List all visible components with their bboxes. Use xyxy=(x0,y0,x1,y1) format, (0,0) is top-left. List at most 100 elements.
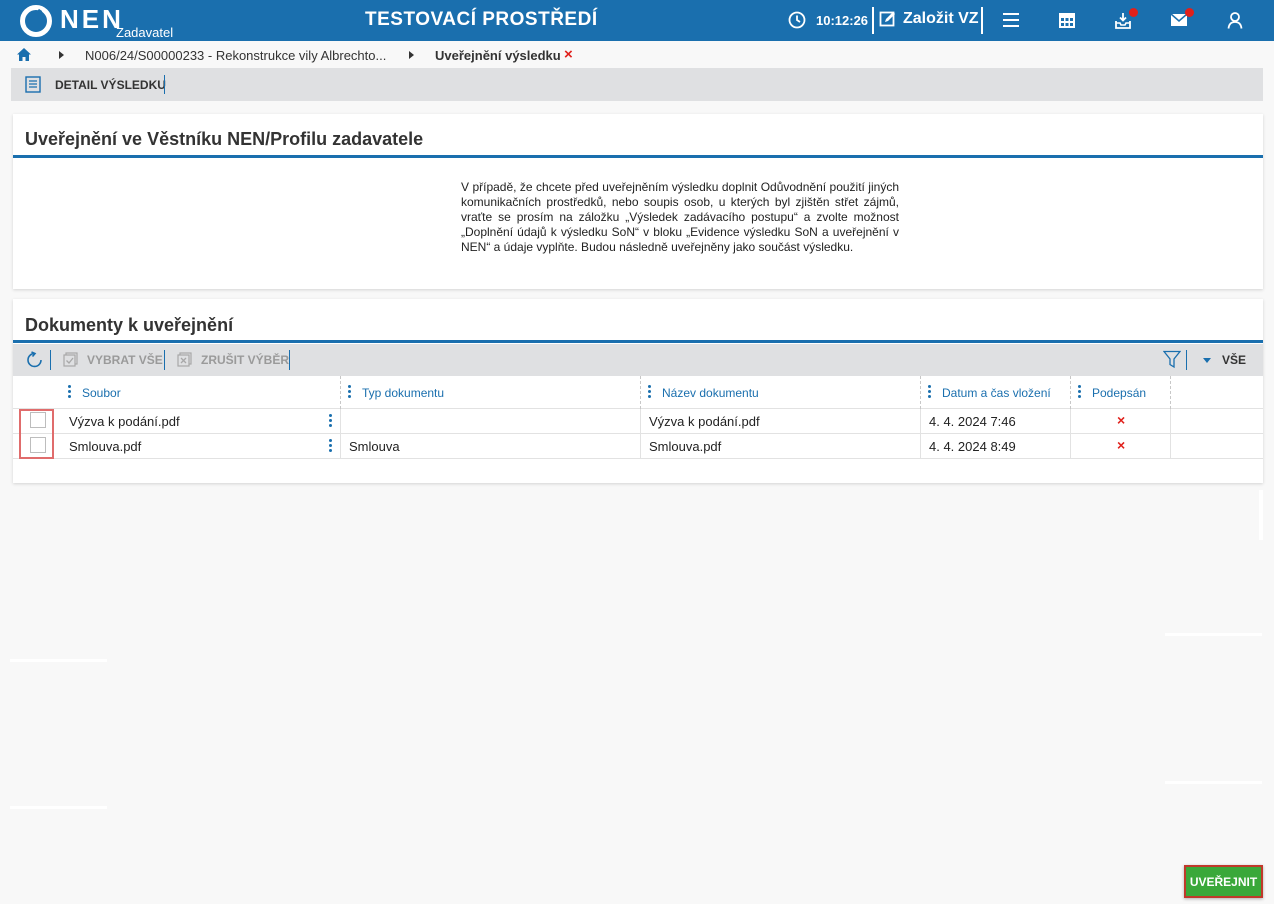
column-header-podepsan[interactable]: Podepsán xyxy=(1078,385,1146,400)
column-header-nazev[interactable]: Název dokumentu xyxy=(648,385,759,400)
toolbar-divider xyxy=(289,350,290,370)
create-vz-button[interactable]: Založit VZ xyxy=(879,10,979,28)
breadcrumb-item-tender[interactable]: N006/24/S00000233 - Rekonstrukce vily Al… xyxy=(85,48,386,63)
publication-panel: Uveřejnění ve Věstníku NEN/Profilu zadav… xyxy=(13,114,1263,289)
column-divider xyxy=(1070,409,1071,459)
tab-divider xyxy=(164,75,165,94)
publication-info-text: V případě, že chcete před uveřejněním vý… xyxy=(461,180,899,254)
cell-nazev: Výzva k podání.pdf xyxy=(649,414,760,429)
decorative-artifact xyxy=(1165,781,1262,784)
cell-nazev: Smlouva.pdf xyxy=(649,439,722,454)
select-all-label: VYBRAT VŠE xyxy=(87,352,163,367)
header-divider xyxy=(872,7,874,34)
cell-soubor: Výzva k podání.pdf xyxy=(69,414,180,429)
deselect-icon xyxy=(177,352,192,367)
refresh-icon[interactable] xyxy=(26,351,44,372)
notification-dot xyxy=(1185,8,1194,17)
panel-title-underline xyxy=(13,155,1263,158)
column-divider xyxy=(340,409,341,459)
column-header-typ[interactable]: Typ dokumentu xyxy=(348,385,444,400)
chevron-down-icon xyxy=(1203,357,1211,363)
tab-detail-label: DETAIL VÝSLEDKU xyxy=(55,77,166,92)
column-header-soubor[interactable]: Soubor xyxy=(68,385,121,400)
column-menu-icon[interactable] xyxy=(68,385,71,400)
row-menu-icon[interactable] xyxy=(329,414,332,429)
tab-detail-vysledku[interactable]: DETAIL VÝSLEDKU xyxy=(25,76,166,93)
clock-icon xyxy=(788,11,806,29)
column-header-label: Datum a čas vložení xyxy=(942,385,1051,400)
select-all-button[interactable]: VYBRAT VŠE xyxy=(63,352,163,367)
cell-datum: 4. 4. 2024 8:49 xyxy=(929,439,1016,454)
cell-soubor: Smlouva.pdf xyxy=(69,439,142,454)
environment-title: TESTOVACÍ PROSTŘEDÍ xyxy=(365,9,598,30)
table-row[interactable]: Výzva k podání.pdf Výzva k podání.pdf 4.… xyxy=(13,409,1263,434)
column-header-datum[interactable]: Datum a čas vložení xyxy=(928,385,1051,400)
session-clock: 10:12:26 xyxy=(788,11,868,29)
publish-button[interactable]: UVEŘEJNIT xyxy=(1184,865,1263,898)
breadcrumb-current: Uveřejnění výsledku xyxy=(435,48,561,63)
deselect-label: ZRUŠIT VÝBĚR xyxy=(201,352,290,367)
documents-toolbar: VYBRAT VŠE ZRUŠIT VÝBĚR VŠE xyxy=(13,344,1263,376)
breadcrumb: N006/24/S00000233 - Rekonstrukce vily Al… xyxy=(0,41,1274,68)
toolbar-divider xyxy=(50,350,51,370)
logo-subtitle: Zadavatel xyxy=(116,25,174,40)
column-menu-icon[interactable] xyxy=(1078,385,1081,400)
column-header-label: Název dokumentu xyxy=(662,385,759,400)
breadcrumb-arrow-icon xyxy=(59,51,64,59)
logo-text: NEN xyxy=(60,4,124,34)
documents-panel: Dokumenty k uveřejnění VYBRAT VŠE ZRUŠIT… xyxy=(13,299,1263,483)
column-divider xyxy=(640,409,641,459)
mail-icon[interactable] xyxy=(1170,8,1194,31)
close-tab-icon[interactable]: × xyxy=(564,46,573,63)
inbox-icon[interactable] xyxy=(1114,8,1138,31)
nen-logo[interactable]: NEN Zadavatel xyxy=(20,4,173,40)
user-icon[interactable] xyxy=(1226,11,1246,31)
table-row[interactable]: Smlouva.pdf Smlouva Smlouva.pdf 4. 4. 20… xyxy=(13,434,1263,459)
toolbar-divider xyxy=(1186,350,1187,370)
column-divider[interactable] xyxy=(1070,376,1071,409)
tab-bar: DETAIL VÝSLEDKU xyxy=(11,68,1263,101)
decorative-artifact xyxy=(1259,490,1263,540)
column-divider xyxy=(1170,409,1171,459)
publication-panel-title: Uveřejnění ve Věstníku NEN/Profilu zadav… xyxy=(25,129,424,149)
filter-all-label: VŠE xyxy=(1222,353,1247,367)
document-list-icon xyxy=(25,76,41,93)
header-divider xyxy=(981,7,983,34)
documents-panel-title: Dokumenty k uveřejnění xyxy=(25,315,234,335)
column-menu-icon[interactable] xyxy=(348,385,351,400)
calendar-icon[interactable] xyxy=(1058,11,1078,31)
top-bar: NEN Zadavatel TESTOVACÍ PROSTŘEDÍ 10:12:… xyxy=(0,0,1274,41)
column-divider[interactable] xyxy=(640,376,641,409)
panel-title-underline xyxy=(13,340,1263,343)
row-checkbox[interactable] xyxy=(30,437,46,453)
menu-icon[interactable] xyxy=(1002,11,1022,31)
column-menu-icon[interactable] xyxy=(648,385,651,400)
deselect-button[interactable]: ZRUŠIT VÝBĚR xyxy=(177,352,289,367)
decorative-artifact xyxy=(10,659,107,662)
cell-datum: 4. 4. 2024 7:46 xyxy=(929,414,1016,429)
not-signed-icon: × xyxy=(1117,437,1126,453)
decorative-artifact xyxy=(1165,633,1262,636)
column-divider[interactable] xyxy=(920,376,921,409)
column-header-label: Podepsán xyxy=(1092,385,1147,400)
row-checkbox[interactable] xyxy=(30,412,46,428)
decorative-artifact xyxy=(10,806,107,809)
toolbar-divider xyxy=(164,350,165,370)
column-divider[interactable] xyxy=(1170,376,1171,409)
documents-table-header: Soubor Typ dokumentu Název dokumentu Dat… xyxy=(13,376,1263,409)
row-menu-icon[interactable] xyxy=(329,439,332,454)
notification-dot xyxy=(1129,8,1138,17)
select-all-icon xyxy=(63,352,78,367)
clock-time: 10:12:26 xyxy=(816,12,869,28)
filter-all-dropdown[interactable]: VŠE xyxy=(1203,353,1246,367)
home-icon[interactable] xyxy=(17,48,31,64)
cell-typ: Smlouva xyxy=(349,439,400,454)
logo-mark-icon xyxy=(20,5,52,37)
filter-icon[interactable] xyxy=(1162,350,1182,372)
breadcrumb-arrow-icon xyxy=(409,51,414,59)
edit-icon xyxy=(879,11,895,27)
column-header-label: Typ dokumentu xyxy=(362,385,445,400)
column-divider[interactable] xyxy=(340,376,341,409)
column-header-label: Soubor xyxy=(82,385,121,400)
column-menu-icon[interactable] xyxy=(928,385,931,400)
